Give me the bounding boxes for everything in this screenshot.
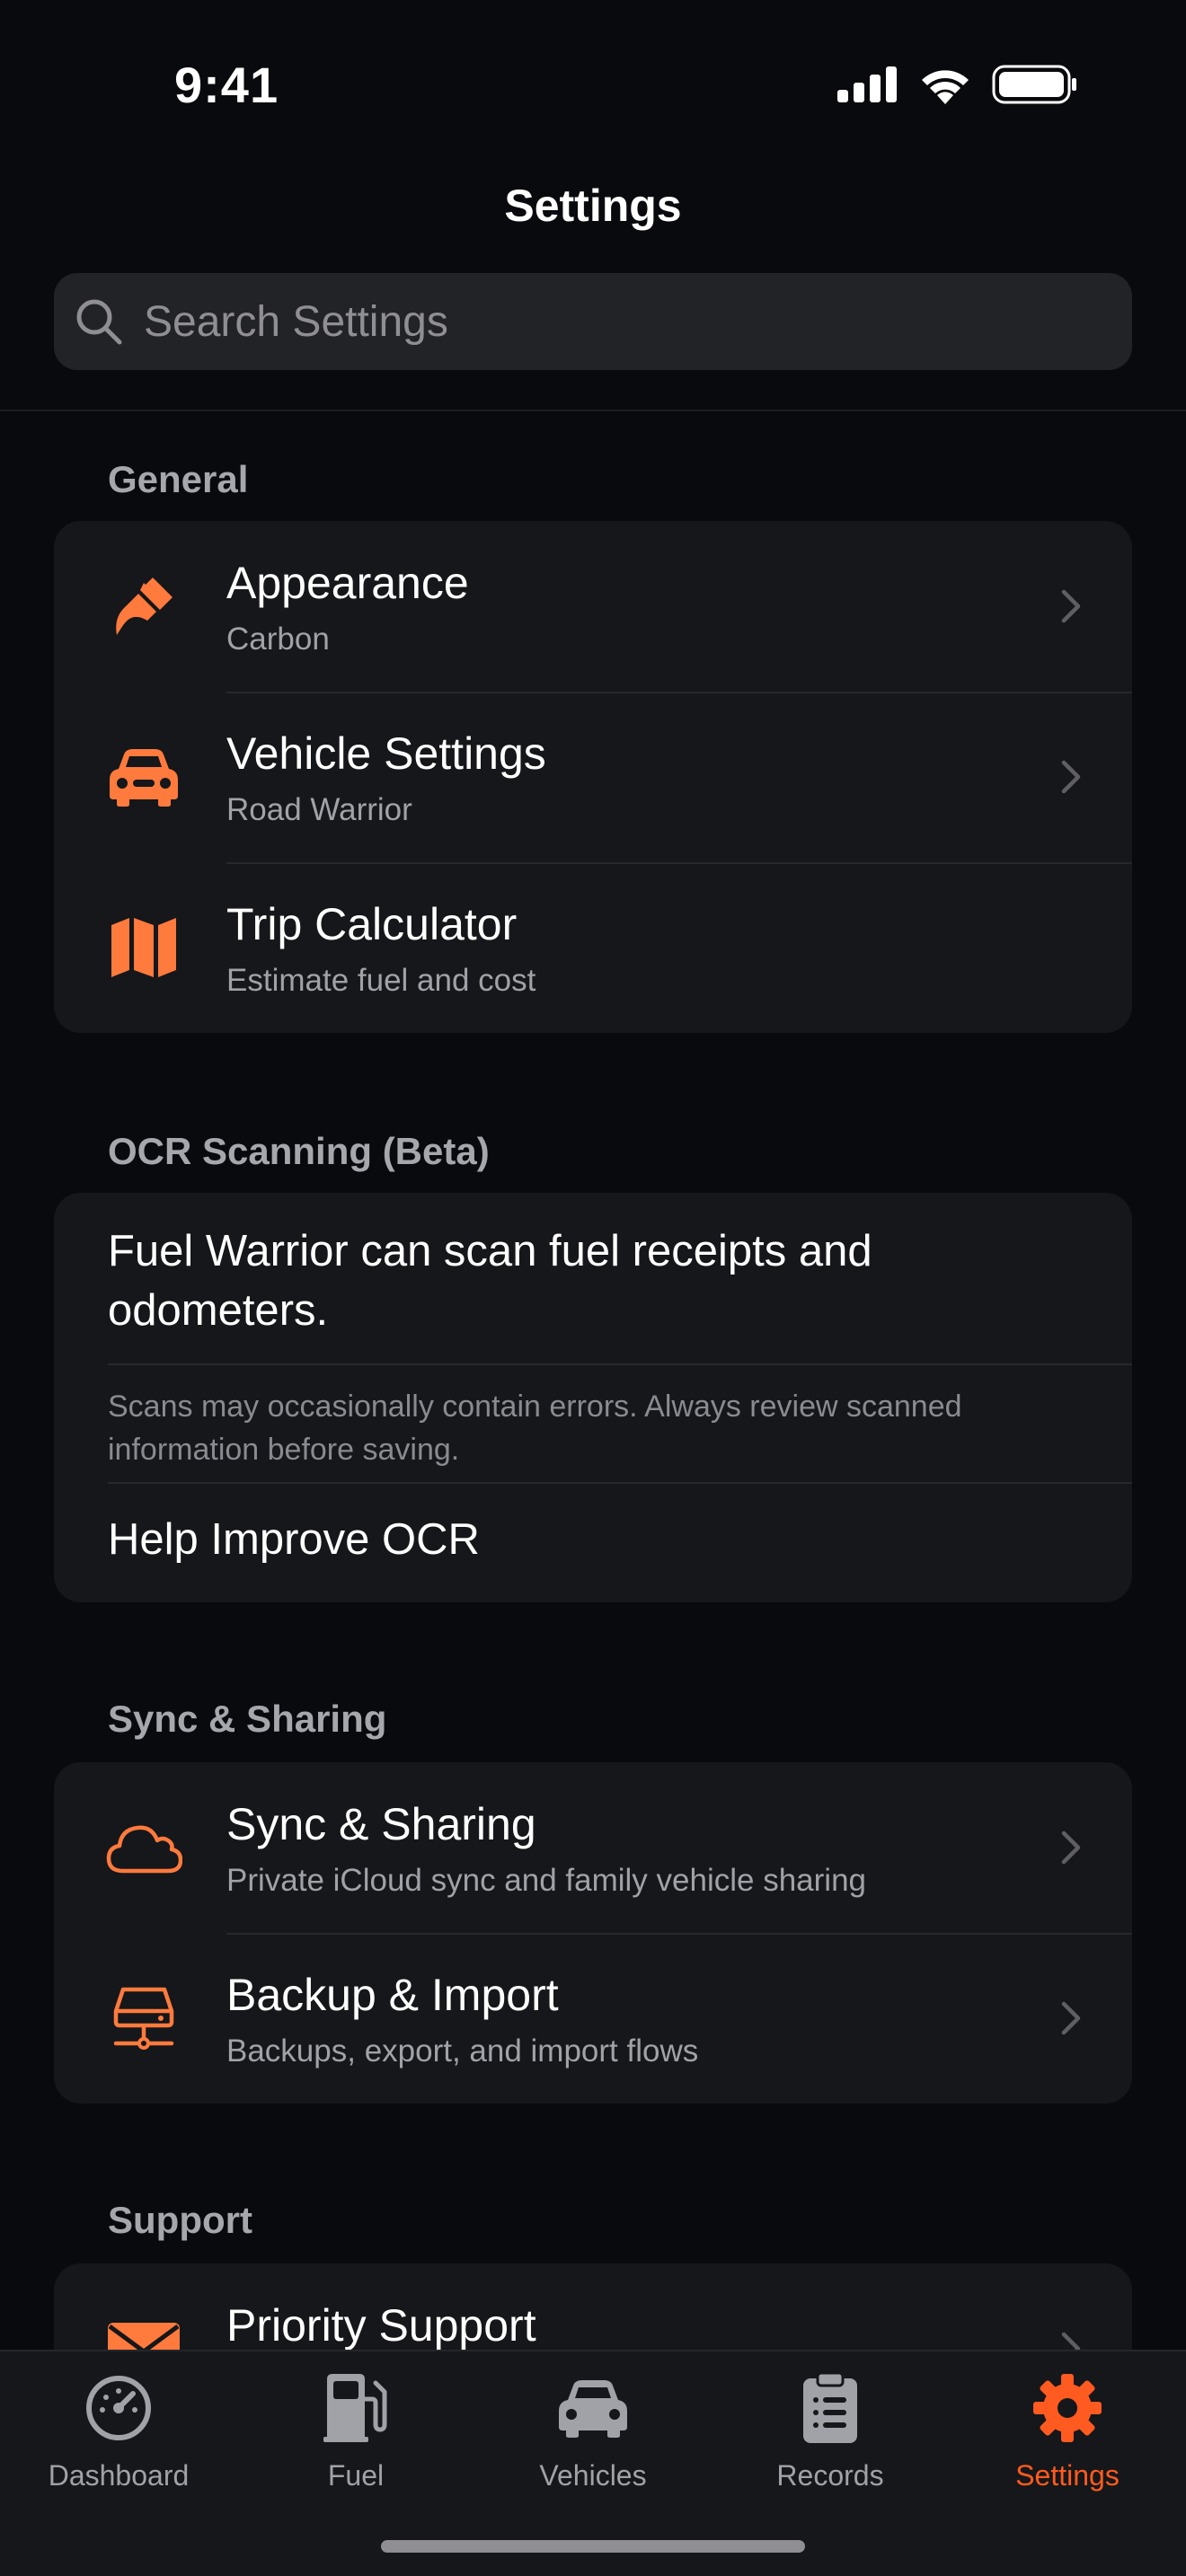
divider [108,1363,1132,1365]
tab-fuel[interactable]: Fuel [237,2369,474,2513]
gear-icon [1029,2369,1106,2447]
general-card: Appearance Carbon Vehicle Settings Road … [54,521,1132,1033]
gauge-icon [80,2369,157,2447]
status-icons [837,65,1078,104]
help-improve-ocr-link[interactable]: Help Improve OCR [108,1514,480,1565]
server-icon [103,1978,184,2059]
row-title: Backup & Import [226,1970,559,2020]
tab-label: Dashboard [48,2459,190,2492]
row-title: Priority Support [226,2300,536,2351]
home-indicator[interactable] [381,2540,805,2553]
chevron-right-icon [1061,1831,1081,1865]
row-title: Trip Calculator [226,899,518,949]
ocr-description: Fuel Warrior can scan fuel receipts and … [108,1227,872,1335]
section-header-general: General [108,458,249,500]
divider [108,1482,1132,1484]
search-bar[interactable] [54,273,1132,370]
tab-records[interactable]: Records [712,2369,949,2513]
row-subtitle: Estimate fuel and cost [226,963,536,998]
section-header-support: Support [108,2199,252,2241]
paintbrush-icon [103,566,184,647]
row-title: Vehicle Settings [226,728,546,779]
status-bar: 9:41 [0,0,1186,171]
row-subtitle: Backups, export, and import flows [226,2033,699,2069]
clipboard-icon [792,2369,869,2447]
row-subtitle: Road Warrior [226,792,412,827]
settings-screen: 9:41 Settings Search Settings General Ap… [0,0,1186,2576]
section-header-sync: Sync & Sharing [108,1698,387,1740]
search-icon [76,299,122,345]
fuel-pump-icon [317,2369,394,2447]
ocr-disclaimer: Scans may occasionally contain errors. A… [108,1389,962,1467]
search-input[interactable] [144,273,1132,370]
battery-icon [992,65,1076,104]
row-subtitle: Carbon [226,622,330,657]
settings-row-vehicle-settings[interactable]: Vehicle Settings Road Warrior [54,692,1132,862]
chevron-right-icon [1061,589,1081,623]
tab-dashboard[interactable]: Dashboard [0,2369,237,2513]
cloud-icon [103,1807,184,1888]
settings-row-appearance[interactable]: Appearance Carbon [54,521,1132,692]
settings-row-trip-calculator[interactable]: Trip Calculator Estimate fuel and cost [54,862,1132,1033]
chevron-right-icon [1061,760,1081,794]
page-title: Settings [504,181,682,231]
settings-row-backup-import[interactable]: Backup & Import Backups, export, and imp… [54,1933,1132,2104]
settings-row-sync-sharing[interactable]: Sync & Sharing Private iCloud sync and f… [54,1762,1132,1933]
ocr-card: Fuel Warrior can scan fuel receipts and … [54,1193,1132,1602]
tab-settings[interactable]: Settings [949,2369,1186,2513]
tab-label: Settings [1015,2459,1120,2492]
chevron-right-icon [1061,2001,1081,2035]
tab-label: Records [776,2459,884,2492]
row-title: Appearance [226,558,469,608]
status-time: 9:41 [174,57,279,113]
tab-label: Vehicles [539,2459,647,2492]
car-icon [554,2369,632,2447]
car-icon [103,737,184,817]
map-icon [103,907,184,988]
tab-vehicles[interactable]: Vehicles [474,2369,712,2513]
header-divider [0,410,1186,411]
tab-label: Fuel [327,2459,385,2492]
wifi-icon [922,70,969,104]
section-header-ocr: OCR Scanning (Beta) [108,1130,490,1172]
row-title: Sync & Sharing [226,1799,536,1849]
cellular-signal-icon [837,66,897,102]
row-subtitle: Private iCloud sync and family vehicle s… [226,1863,866,1898]
sync-card: Sync & Sharing Private iCloud sync and f… [54,1762,1132,2104]
